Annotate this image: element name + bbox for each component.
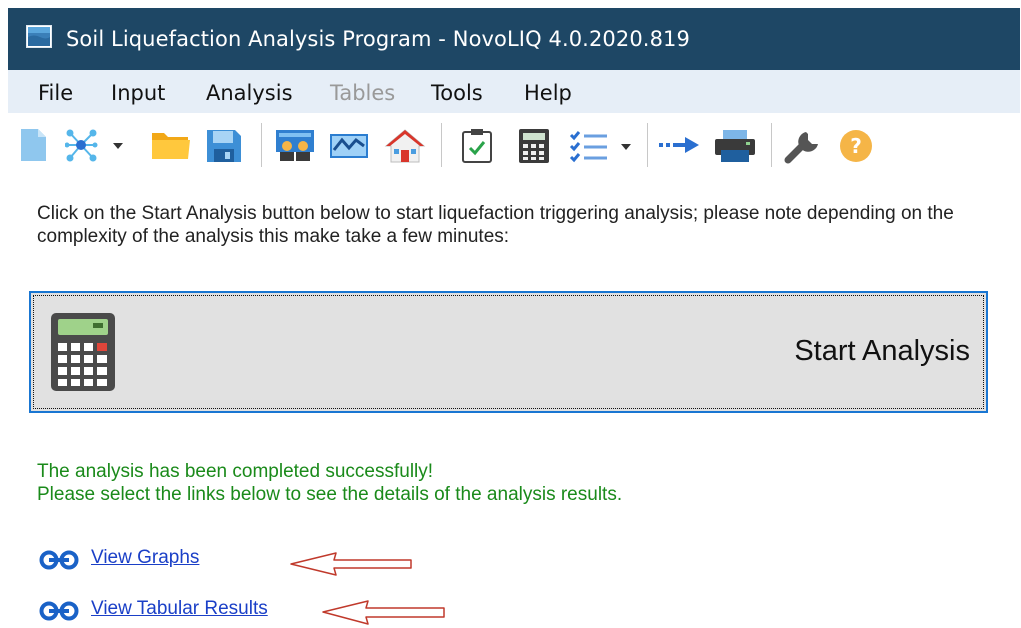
toolbar-separator [261, 123, 262, 167]
link-icon [37, 550, 81, 575]
list-icon[interactable] [569, 128, 641, 163]
app-icon [26, 25, 52, 48]
menu-tools[interactable]: Tools [431, 81, 483, 105]
save-icon[interactable] [205, 128, 245, 162]
print-icon[interactable] [713, 128, 759, 162]
menu-analysis[interactable]: Analysis [206, 81, 293, 105]
view-tabular-results-link[interactable]: View Tabular Results [91, 598, 268, 620]
annotation-arrow [322, 600, 445, 625]
title-bar: Soil Liquefaction Analysis Program - Nov… [8, 8, 1020, 70]
checklist-icon[interactable] [460, 128, 496, 163]
link-icon [37, 601, 81, 626]
wrench-icon[interactable] [784, 128, 824, 164]
help-icon[interactable]: ? [838, 128, 878, 162]
toolbar-separator [441, 123, 442, 167]
home-icon[interactable] [384, 128, 428, 163]
toolbar: ? [8, 113, 1020, 173]
svg-text:?: ? [850, 134, 862, 158]
graph-icon[interactable] [328, 128, 372, 162]
intro-text: Click on the Start Analysis button below… [37, 203, 954, 247]
success-message: The analysis has been completed successf… [37, 460, 622, 506]
open-folder-icon[interactable] [150, 128, 192, 162]
calculator-icon[interactable] [518, 128, 554, 163]
menu-input[interactable]: Input [111, 81, 165, 105]
network-icon[interactable] [65, 128, 145, 162]
view-graphs-link[interactable]: View Graphs [91, 547, 199, 569]
new-file-icon[interactable] [18, 128, 58, 162]
toolbar-separator [771, 123, 772, 167]
start-analysis-button[interactable]: Start Analysis [29, 291, 988, 413]
window-title: Soil Liquefaction Analysis Program - Nov… [66, 27, 690, 51]
start-analysis-label: Start Analysis [794, 335, 970, 367]
main-content: Click on the Start Analysis button below… [0, 173, 1021, 626]
success-line-2: Please select the links below to see the… [37, 484, 623, 505]
menu-tables: Tables [330, 81, 396, 105]
annotation-arrow [290, 552, 412, 576]
toolbar-separator [647, 123, 648, 167]
calculator-icon [49, 311, 117, 398]
menu-help[interactable]: Help [524, 81, 572, 105]
menu-file[interactable]: File [38, 81, 73, 105]
success-line-1: The analysis has been completed successf… [37, 461, 434, 482]
site-data-icon[interactable] [274, 128, 318, 162]
menu-bar: File Input Analysis Tables Tools Help [8, 70, 1020, 113]
export-arrow-icon[interactable] [657, 128, 703, 162]
